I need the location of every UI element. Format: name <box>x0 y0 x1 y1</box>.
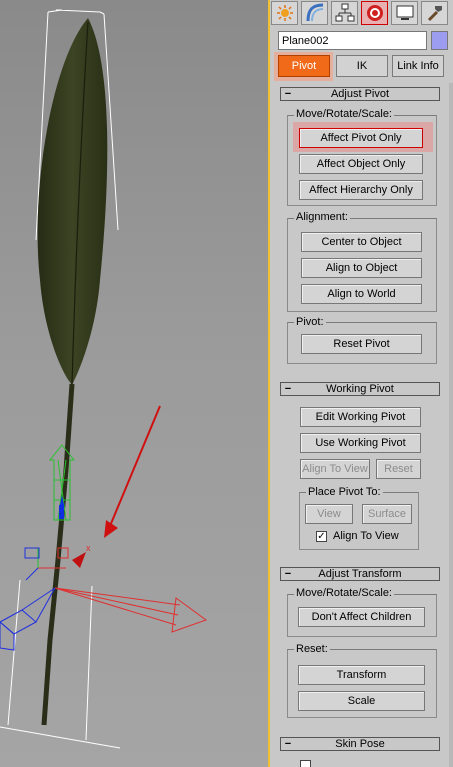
viewport-scene: x <box>0 9 208 749</box>
rollout-adjust-transform[interactable]: − Adjust Transform <box>280 567 440 581</box>
reset-pivot-label: Reset Pivot <box>333 338 390 350</box>
bbox-bottom <box>0 726 121 749</box>
command-panel-tabs <box>270 0 453 26</box>
use-working-pivot-button[interactable]: Use Working Pivot <box>300 433 421 453</box>
group-label-place-pivot: Place Pivot To: <box>306 486 383 498</box>
collapse-icon: − <box>284 568 292 580</box>
place-surface-button[interactable]: Surface <box>362 504 412 524</box>
bbox-lower-right <box>85 585 93 741</box>
axis-tripod <box>24 547 69 581</box>
annotation-arrow <box>109 405 161 527</box>
group-label-transform-reset: Reset: <box>294 643 330 655</box>
tab-ik-label: IK <box>356 60 368 72</box>
affect-object-only-button[interactable]: Affect Object Only <box>299 154 423 174</box>
group-label-alignment: Alignment: <box>294 211 350 223</box>
place-surface-label: Surface <box>368 508 406 520</box>
align-to-object-button[interactable]: Align to Object <box>301 258 422 278</box>
align-to-object-label: Align to Object <box>325 262 398 274</box>
hierarchy-icon <box>335 3 354 22</box>
axis-x-label: x <box>86 543 91 553</box>
group-label-transform-move: Move/Rotate/Scale: <box>294 587 394 599</box>
rollout-title: Working Pivot <box>326 383 394 395</box>
tab-hierarchy[interactable] <box>331 1 358 25</box>
affect-object-only-label: Affect Object Only <box>316 158 406 170</box>
align-to-view-checkbox[interactable]: ✓ <box>316 531 327 542</box>
create-icon <box>276 5 293 21</box>
bbox-lower-left <box>7 579 21 726</box>
rollout-title: Adjust Pivot <box>330 88 390 100</box>
collapse-icon: − <box>284 738 292 750</box>
tab-pivot-label: Pivot <box>291 60 317 72</box>
reset-transform-button[interactable]: Transform <box>298 665 425 685</box>
tab-link-info[interactable]: Link Info <box>392 55 444 77</box>
panel-scrollbar[interactable] <box>449 83 453 767</box>
rollout-title: Skin Pose <box>335 738 385 750</box>
rollout-title: Adjust Transform <box>318 568 402 580</box>
center-to-object-label: Center to Object <box>321 236 402 248</box>
group-label-pivot: Pivot: <box>294 316 326 328</box>
reset-transform-label: Transform <box>336 669 387 681</box>
align-to-view-label: Align To View <box>302 463 368 475</box>
leaf-blade <box>37 18 108 385</box>
tab-create[interactable] <box>271 1 298 25</box>
tab-link-info-label: Link Info <box>397 60 439 72</box>
pivot-point-marker <box>72 552 86 568</box>
reset-working-pivot-button[interactable]: Reset <box>376 459 421 479</box>
rollout-skin-pose[interactable]: − Skin Pose <box>280 737 440 751</box>
object-color-swatch[interactable] <box>431 31 448 50</box>
tab-utilities[interactable] <box>421 1 448 25</box>
skin-pose-checkbox[interactable] <box>300 760 311 767</box>
reset-pivot-button[interactable]: Reset Pivot <box>301 334 422 354</box>
reset-scale-label: Scale <box>347 695 376 707</box>
collapse-icon: − <box>284 88 292 100</box>
object-name-field[interactable] <box>278 31 427 50</box>
align-to-view-checkbox-label: Align To View <box>333 530 399 542</box>
gizmo-z-box <box>0 587 56 651</box>
edit-working-pivot-label: Edit Working Pivot <box>315 411 406 423</box>
tab-display[interactable] <box>391 1 418 25</box>
bbox-top <box>47 9 105 15</box>
center-to-object-button[interactable]: Center to Object <box>301 232 422 252</box>
dont-affect-children-button[interactable]: Don't Affect Children <box>298 607 425 627</box>
use-working-pivot-label: Use Working Pivot <box>315 437 406 449</box>
gizmo-x-axis <box>54 587 208 633</box>
align-to-world-label: Align to World <box>327 288 396 300</box>
affect-hierarchy-only-button[interactable]: Affect Hierarchy Only <box>299 180 423 200</box>
align-to-world-button[interactable]: Align to World <box>301 284 422 304</box>
affect-pivot-only-button[interactable]: Affect Pivot Only <box>299 128 423 148</box>
tab-motion[interactable] <box>361 1 388 25</box>
place-view-button[interactable]: View <box>305 504 353 524</box>
command-panel: Pivot IK Link Info − Adjust Pivot Move/R… <box>268 0 453 767</box>
affect-pivot-only-label: Affect Pivot Only <box>320 132 402 144</box>
rollout-adjust-pivot[interactable]: − Adjust Pivot <box>280 87 440 101</box>
tab-pivot[interactable]: Pivot <box>278 55 330 77</box>
perspective-viewport[interactable]: x <box>0 0 268 767</box>
tab-ik[interactable]: IK <box>336 55 388 77</box>
place-view-label: View <box>317 508 341 520</box>
rollout-working-pivot[interactable]: − Working Pivot <box>280 382 440 396</box>
tab-modify[interactable] <box>301 1 328 25</box>
edit-working-pivot-button[interactable]: Edit Working Pivot <box>300 407 421 427</box>
utilities-icon <box>427 6 442 22</box>
affect-hierarchy-only-label: Affect Hierarchy Only <box>309 184 413 196</box>
collapse-icon: − <box>284 383 292 395</box>
display-icon <box>396 5 413 20</box>
reset-working-pivot-label: Reset <box>384 463 413 475</box>
align-to-view-button[interactable]: Align To View <box>300 459 370 479</box>
dont-affect-children-label: Don't Affect Children <box>311 611 412 623</box>
group-label-move: Move/Rotate/Scale: <box>294 108 394 120</box>
modify-icon <box>306 3 323 22</box>
reset-scale-button[interactable]: Scale <box>298 691 425 711</box>
motion-icon <box>366 5 383 21</box>
